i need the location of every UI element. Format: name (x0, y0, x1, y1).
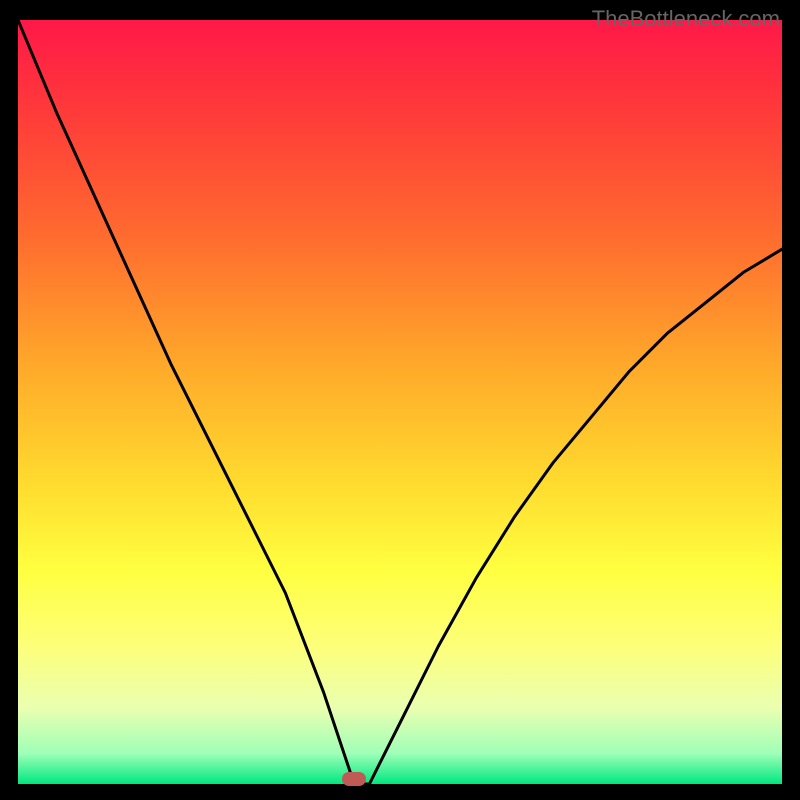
watermark-text: TheBottleneck.com (592, 6, 780, 32)
bottleneck-curve-path (18, 20, 782, 784)
curve-svg (18, 20, 782, 784)
optimal-point-marker (342, 772, 366, 786)
chart-plot-area (18, 20, 782, 784)
